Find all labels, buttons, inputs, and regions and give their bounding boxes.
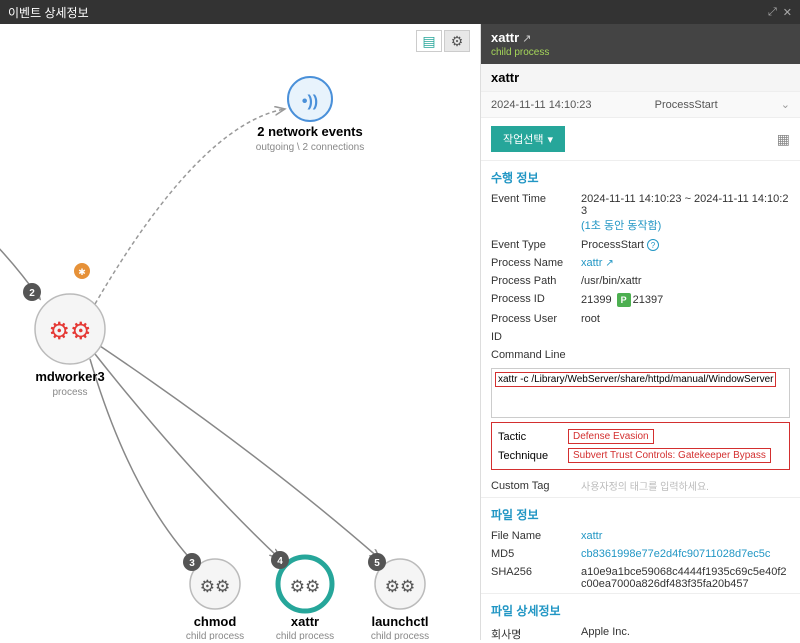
svg-text:5: 5 [374, 558, 380, 569]
close-icon[interactable]: ✕ [783, 6, 792, 19]
external-link-icon[interactable]: ↗ [605, 258, 613, 269]
parent-node-sub: process [52, 387, 87, 398]
calendar-icon[interactable]: ▦ [777, 131, 790, 148]
help-icon[interactable]: ? [647, 239, 659, 251]
window-controls: ⤢ ✕ [768, 6, 792, 19]
svg-text:2: 2 [29, 288, 35, 299]
svg-text:launchctl: launchctl [371, 614, 428, 629]
action-select-button[interactable]: 작업선택 ▾ [491, 126, 565, 152]
command-line-box[interactable]: xattr -c /Library/WebServer/share/httpd/… [491, 368, 790, 418]
tactic-tag[interactable]: Defense Evasion [568, 429, 654, 444]
svg-text:⚙⚙: ⚙⚙ [200, 577, 230, 596]
file-section-title: 파일 정보 [481, 497, 800, 527]
details-header: xattr ↗ child process [481, 24, 800, 64]
parent-badge-icon: P [617, 293, 631, 307]
svg-text:•)): •)) [302, 93, 318, 110]
external-link-icon[interactable]: ↗ [522, 33, 531, 45]
view-toggle: ▤ ⚙ [416, 30, 470, 52]
graph-panel: ▤ ⚙ •)) 2 network events outgoing \ 2 co… [0, 24, 480, 640]
svg-text:⚙⚙: ⚙⚙ [385, 577, 415, 596]
svg-text:chmod: chmod [194, 614, 237, 629]
details-panel: xattr ↗ child process xattr 2024-11-11 1… [480, 24, 800, 640]
tactic-technique-box: TacticDefense Evasion TechniqueSubvert T… [491, 422, 790, 470]
list-view-button[interactable]: ▤ [416, 30, 442, 52]
parent-node-label: mdworker3 [35, 369, 104, 384]
window-title: 이벤트 상세정보 [8, 4, 89, 21]
svg-text:child process: child process [276, 631, 334, 640]
chevron-down-icon: ▾ [547, 133, 553, 146]
custom-tag-input[interactable]: 사용자정의 태그를 입력하세요. [581, 478, 709, 493]
network-node-sub: outgoing \ 2 connections [256, 142, 364, 153]
svg-text:3: 3 [189, 558, 195, 569]
expand-icon[interactable]: ⤢ [768, 6, 777, 19]
svg-text:4: 4 [277, 556, 283, 567]
technique-tag[interactable]: Subvert Trust Controls: Gatekeeper Bypas… [568, 448, 771, 463]
event-meta-row[interactable]: 2024-11-11 14:10:23 ProcessStart ⌄ [481, 92, 800, 118]
graph-view-button[interactable]: ⚙ [444, 30, 470, 52]
process-graph: •)) 2 network events outgoing \ 2 connec… [0, 24, 480, 640]
file-detail-section-title: 파일 상세정보 [481, 593, 800, 623]
svg-text:⚙⚙: ⚙⚙ [48, 318, 91, 345]
network-node-label: 2 network events [257, 124, 363, 139]
chevron-down-icon: ⌄ [781, 98, 790, 111]
svg-text:child process: child process [371, 631, 429, 640]
window-header: 이벤트 상세정보 ⤢ ✕ [0, 0, 800, 24]
svg-text:xattr: xattr [291, 614, 319, 629]
exec-section-title: 수행 정보 [481, 160, 800, 190]
process-name-header: xattr [481, 64, 800, 92]
svg-text:⚙⚙: ⚙⚙ [290, 577, 320, 596]
svg-text:✱: ✱ [78, 267, 86, 277]
svg-text:child process: child process [186, 631, 244, 640]
